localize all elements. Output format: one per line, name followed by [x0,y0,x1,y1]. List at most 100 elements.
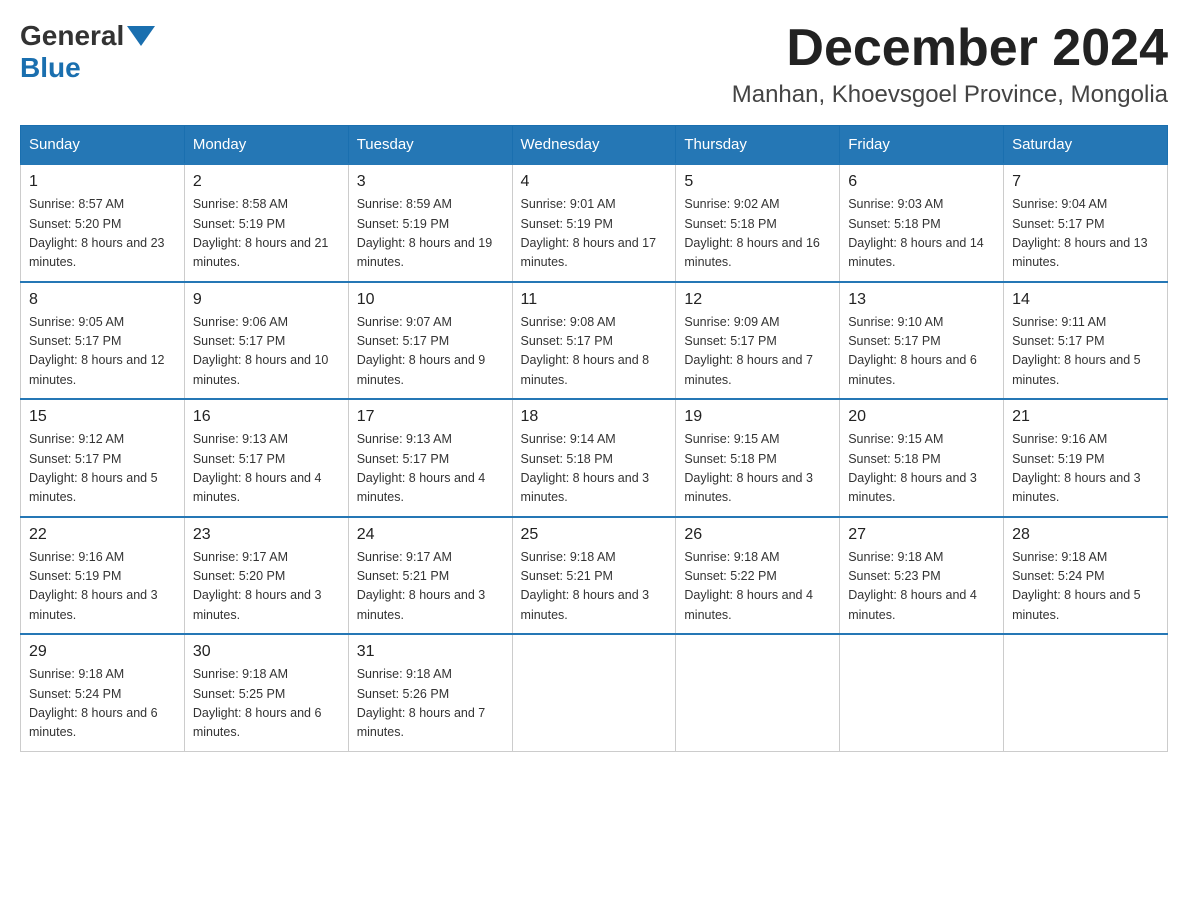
calendar-cell [676,634,840,751]
week-row-3: 15 Sunrise: 9:12 AMSunset: 5:17 PMDayligh… [21,399,1168,517]
col-wednesday: Wednesday [512,126,676,165]
calendar-cell: 8 Sunrise: 9:05 AMSunset: 5:17 PMDaylight… [21,282,185,400]
day-number: 8 [29,291,176,309]
day-info: Sunrise: 8:57 AMSunset: 5:20 PMDaylight:… [29,195,176,273]
calendar-cell: 18 Sunrise: 9:14 AMSunset: 5:18 PMDayligh… [512,399,676,517]
calendar-cell: 25 Sunrise: 9:18 AMSunset: 5:21 PMDayligh… [512,517,676,635]
day-number: 17 [357,408,504,426]
col-friday: Friday [840,126,1004,165]
day-number: 9 [193,291,340,309]
day-info: Sunrise: 9:18 AMSunset: 5:22 PMDaylight:… [684,548,831,626]
calendar-cell: 11 Sunrise: 9:08 AMSunset: 5:17 PMDayligh… [512,282,676,400]
calendar-cell: 7 Sunrise: 9:04 AMSunset: 5:17 PMDaylight… [1004,164,1168,282]
day-info: Sunrise: 9:18 AMSunset: 5:26 PMDaylight:… [357,665,504,743]
day-number: 22 [29,526,176,544]
calendar-cell: 15 Sunrise: 9:12 AMSunset: 5:17 PMDayligh… [21,399,185,517]
calendar-cell: 10 Sunrise: 9:07 AMSunset: 5:17 PMDayligh… [348,282,512,400]
day-info: Sunrise: 9:12 AMSunset: 5:17 PMDaylight:… [29,430,176,508]
calendar-cell: 3 Sunrise: 8:59 AMSunset: 5:19 PMDaylight… [348,164,512,282]
day-info: Sunrise: 9:08 AMSunset: 5:17 PMDaylight:… [521,313,668,391]
calendar-cell: 20 Sunrise: 9:15 AMSunset: 5:18 PMDayligh… [840,399,1004,517]
day-number: 29 [29,643,176,661]
day-info: Sunrise: 9:02 AMSunset: 5:18 PMDaylight:… [684,195,831,273]
day-number: 27 [848,526,995,544]
day-info: Sunrise: 9:14 AMSunset: 5:18 PMDaylight:… [521,430,668,508]
location-title: Manhan, Khoevsgoel Province, Mongolia [732,81,1168,109]
day-info: Sunrise: 9:05 AMSunset: 5:17 PMDaylight:… [29,313,176,391]
day-number: 16 [193,408,340,426]
calendar-cell: 4 Sunrise: 9:01 AMSunset: 5:19 PMDaylight… [512,164,676,282]
day-info: Sunrise: 9:11 AMSunset: 5:17 PMDaylight:… [1012,313,1159,391]
day-number: 7 [1012,173,1159,191]
logo-blue-text: Blue [20,52,81,84]
day-info: Sunrise: 9:15 AMSunset: 5:18 PMDaylight:… [848,430,995,508]
col-thursday: Thursday [676,126,840,165]
day-info: Sunrise: 9:07 AMSunset: 5:17 PMDaylight:… [357,313,504,391]
day-info: Sunrise: 8:58 AMSunset: 5:19 PMDaylight:… [193,195,340,273]
calendar-cell: 30 Sunrise: 9:18 AMSunset: 5:25 PMDayligh… [184,634,348,751]
day-info: Sunrise: 9:18 AMSunset: 5:24 PMDaylight:… [1012,548,1159,626]
calendar-cell: 2Sunrise: 8:58 AMSunset: 5:19 PMDaylight… [184,164,348,282]
week-row-4: 22Sunrise: 9:16 AMSunset: 5:19 PMDayligh… [21,517,1168,635]
calendar-cell: 19Sunrise: 9:15 AMSunset: 5:18 PMDayligh… [676,399,840,517]
calendar-cell: 14Sunrise: 9:11 AMSunset: 5:17 PMDayligh… [1004,282,1168,400]
day-number: 23 [193,526,340,544]
day-info: Sunrise: 9:16 AMSunset: 5:19 PMDaylight:… [1012,430,1159,508]
logo: General Blue [20,20,158,84]
day-info: Sunrise: 9:01 AMSunset: 5:19 PMDaylight:… [521,195,668,273]
week-row-5: 29 Sunrise: 9:18 AMSunset: 5:24 PMDayligh… [21,634,1168,751]
calendar-cell: 28Sunrise: 9:18 AMSunset: 5:24 PMDayligh… [1004,517,1168,635]
day-number: 1 [29,173,176,191]
calendar-cell: 22Sunrise: 9:16 AMSunset: 5:19 PMDayligh… [21,517,185,635]
day-number: 11 [521,291,668,309]
day-info: Sunrise: 9:04 AMSunset: 5:17 PMDaylight:… [1012,195,1159,273]
calendar-cell: 1 Sunrise: 8:57 AMSunset: 5:20 PMDaylight… [21,164,185,282]
logo-triangle-icon [127,26,155,46]
calendar-cell: 13Sunrise: 9:10 AMSunset: 5:17 PMDayligh… [840,282,1004,400]
day-info: Sunrise: 9:10 AMSunset: 5:17 PMDaylight:… [848,313,995,391]
day-info: Sunrise: 9:18 AMSunset: 5:21 PMDaylight:… [521,548,668,626]
day-number: 12 [684,291,831,309]
day-number: 15 [29,408,176,426]
day-number: 31 [357,643,504,661]
calendar-header-row: Sunday Monday Tuesday Wednesday Thursday… [21,126,1168,165]
week-row-1: 1 Sunrise: 8:57 AMSunset: 5:20 PMDaylight… [21,164,1168,282]
calendar-cell: 9 Sunrise: 9:06 AMSunset: 5:17 PMDaylight… [184,282,348,400]
calendar-cell: 21Sunrise: 9:16 AMSunset: 5:19 PMDayligh… [1004,399,1168,517]
day-number: 20 [848,408,995,426]
day-info: Sunrise: 8:59 AMSunset: 5:19 PMDaylight:… [357,195,504,273]
day-number: 30 [193,643,340,661]
day-info: Sunrise: 9:15 AMSunset: 5:18 PMDaylight:… [684,430,831,508]
day-number: 24 [357,526,504,544]
day-info: Sunrise: 9:13 AMSunset: 5:17 PMDaylight:… [193,430,340,508]
logo-general-text: General [20,20,124,52]
col-tuesday: Tuesday [348,126,512,165]
day-info: Sunrise: 9:06 AMSunset: 5:17 PMDaylight:… [193,313,340,391]
day-number: 18 [521,408,668,426]
day-number: 3 [357,173,504,191]
day-number: 4 [521,173,668,191]
week-row-2: 8 Sunrise: 9:05 AMSunset: 5:17 PMDaylight… [21,282,1168,400]
day-info: Sunrise: 9:18 AMSunset: 5:24 PMDaylight:… [29,665,176,743]
month-title: December 2024 [732,20,1168,77]
day-number: 26 [684,526,831,544]
day-number: 6 [848,173,995,191]
calendar-cell: 6 Sunrise: 9:03 AMSunset: 5:18 PMDaylight… [840,164,1004,282]
day-number: 10 [357,291,504,309]
calendar-cell: 27 Sunrise: 9:18 AMSunset: 5:23 PMDayligh… [840,517,1004,635]
calendar-cell: 29 Sunrise: 9:18 AMSunset: 5:24 PMDayligh… [21,634,185,751]
calendar-cell: 26 Sunrise: 9:18 AMSunset: 5:22 PMDayligh… [676,517,840,635]
calendar-cell [840,634,1004,751]
day-info: Sunrise: 9:18 AMSunset: 5:23 PMDaylight:… [848,548,995,626]
calendar-cell: 12 Sunrise: 9:09 AMSunset: 5:17 PMDayligh… [676,282,840,400]
day-info: Sunrise: 9:09 AMSunset: 5:17 PMDaylight:… [684,313,831,391]
col-saturday: Saturday [1004,126,1168,165]
day-number: 25 [521,526,668,544]
day-info: Sunrise: 9:17 AMSunset: 5:21 PMDaylight:… [357,548,504,626]
title-area: December 2024 Manhan, Khoevsgoel Provinc… [732,20,1168,109]
day-info: Sunrise: 9:03 AMSunset: 5:18 PMDaylight:… [848,195,995,273]
day-info: Sunrise: 9:17 AMSunset: 5:20 PMDaylight:… [193,548,340,626]
calendar-cell [1004,634,1168,751]
day-info: Sunrise: 9:18 AMSunset: 5:25 PMDaylight:… [193,665,340,743]
calendar-cell: 5Sunrise: 9:02 AMSunset: 5:18 PMDaylight… [676,164,840,282]
